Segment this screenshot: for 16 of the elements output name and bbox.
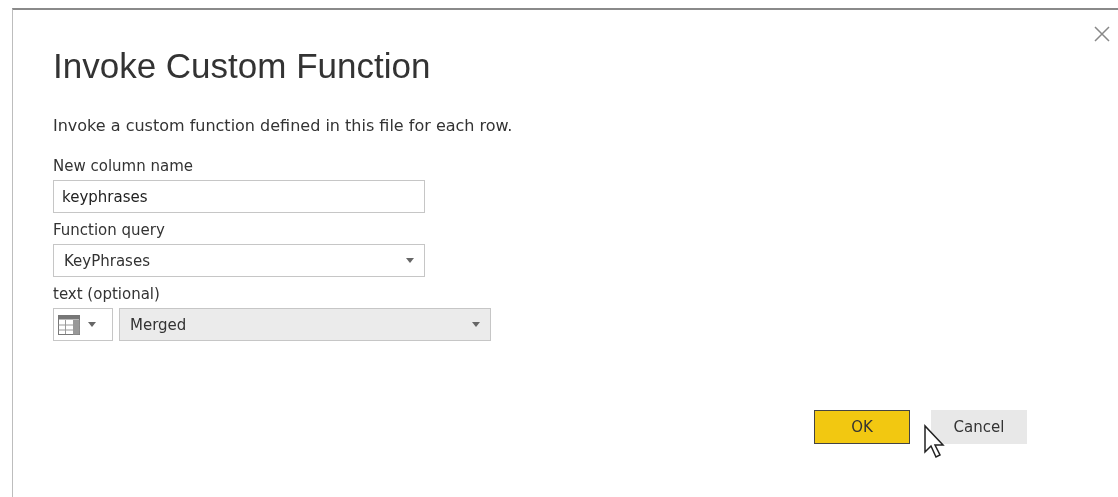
field-label: New column name <box>53 157 194 175</box>
dialog-title: Invoke Custom Function <box>53 46 432 86</box>
query-dropdown[interactable]: KeyPhrases <box>53 244 425 277</box>
ok-button[interactable]: OK <box>814 410 910 444</box>
type-picker-button[interactable] <box>53 308 113 341</box>
caret-icon <box>88 322 96 327</box>
table-icon <box>58 314 80 335</box>
cursor-icon <box>923 424 947 460</box>
caret-icon <box>406 258 414 263</box>
column-name-field[interactable]: keyphrases <box>53 180 425 213</box>
dialog-description: Invoke a custom function defined in this file for each row. <box>53 116 514 135</box>
field-label: Function query <box>53 221 166 239</box>
field-label: text (optional) <box>53 285 161 303</box>
close-icon[interactable] <box>1094 26 1110 42</box>
cancel-button[interactable]: Cancel <box>931 410 1027 444</box>
caret-icon <box>472 322 480 327</box>
